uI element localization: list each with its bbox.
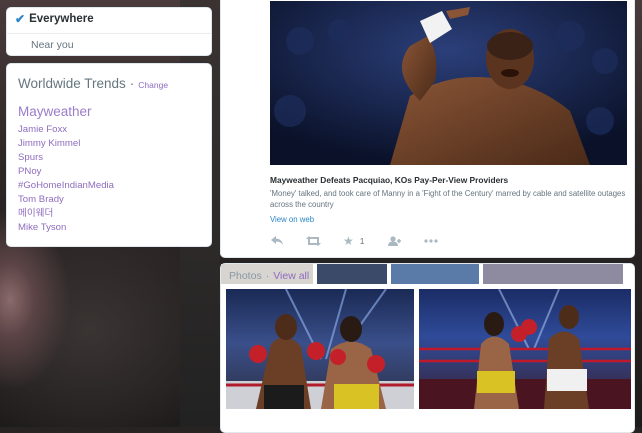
trends-title: Worldwide Trends bbox=[18, 76, 126, 91]
tweet-description: 'Money' talked, and took care of Manny i… bbox=[270, 189, 626, 209]
trend-item[interactable]: Jimmy Kimmel bbox=[18, 137, 114, 151]
photo-thumbnail[interactable] bbox=[483, 264, 623, 284]
trend-item[interactable]: Mike Tyson bbox=[18, 221, 114, 235]
photos-title: Photos bbox=[229, 270, 262, 282]
trend-item[interactable]: PNoy bbox=[18, 165, 114, 179]
photo-thumbnail[interactable] bbox=[226, 289, 414, 409]
fight-photo-1 bbox=[226, 289, 414, 409]
view-all-link[interactable]: View all bbox=[273, 270, 309, 282]
photo-thumbnail[interactable] bbox=[317, 264, 387, 284]
trends-header: Worldwide Trends · Change bbox=[18, 76, 168, 91]
trend-item[interactable]: Spurs bbox=[18, 151, 114, 165]
trends-separator: · bbox=[129, 76, 135, 91]
location-option-everywhere[interactable]: ✔ Everywhere bbox=[15, 13, 94, 25]
trends-card: Worldwide Trends · Change Mayweather Jam… bbox=[6, 63, 212, 247]
trends-change-link[interactable]: Change bbox=[138, 80, 168, 90]
check-icon: ✔ bbox=[15, 12, 26, 26]
star-icon: ★ bbox=[343, 234, 354, 248]
reply-icon[interactable] bbox=[271, 236, 284, 246]
retweet-icon[interactable] bbox=[306, 236, 321, 246]
tweet-card: Mayweather Defeats Pacquiao, KOs Pay-Per… bbox=[220, 0, 635, 258]
location-option-label: Everywhere bbox=[29, 13, 94, 25]
trends-list: Mayweather Jamie Foxx Jimmy Kimmel Spurs… bbox=[18, 102, 114, 235]
tweet-headline[interactable]: Mayweather Defeats Pacquiao, KOs Pay-Per… bbox=[270, 175, 627, 185]
view-on-web-link[interactable]: View on web bbox=[270, 215, 627, 224]
photos-header: Photos · View all bbox=[229, 270, 309, 282]
trend-item[interactable]: Tom Brady bbox=[18, 193, 114, 207]
fight-photo-2 bbox=[419, 289, 631, 409]
trend-item[interactable]: 메이웨더 bbox=[18, 207, 114, 221]
tweet-actions: ★ 1 bbox=[271, 234, 438, 248]
tweet-summary: Mayweather Defeats Pacquiao, KOs Pay-Per… bbox=[270, 175, 627, 224]
boxer-photo-illustration bbox=[270, 1, 627, 165]
trend-item[interactable]: #GoHomeIndianMedia bbox=[18, 179, 114, 193]
follow-icon[interactable] bbox=[387, 236, 402, 246]
trend-item[interactable]: Jamie Foxx bbox=[18, 123, 114, 137]
photo-thumbnail[interactable] bbox=[391, 264, 479, 284]
tweet-media-photo[interactable] bbox=[270, 1, 627, 165]
more-icon[interactable] bbox=[423, 239, 438, 243]
favorite-button[interactable]: ★ 1 bbox=[343, 234, 365, 248]
trend-item[interactable]: Mayweather bbox=[18, 102, 114, 123]
photo-thumbnail[interactable] bbox=[419, 289, 631, 409]
favorite-count: 1 bbox=[359, 236, 365, 246]
location-filter-card: ✔ Everywhere Near you bbox=[6, 7, 212, 56]
photos-separator: · bbox=[265, 270, 270, 282]
location-option-near-you[interactable]: Near you bbox=[31, 39, 74, 51]
divider bbox=[7, 33, 211, 34]
photos-card: Photos · View all bbox=[220, 263, 635, 433]
